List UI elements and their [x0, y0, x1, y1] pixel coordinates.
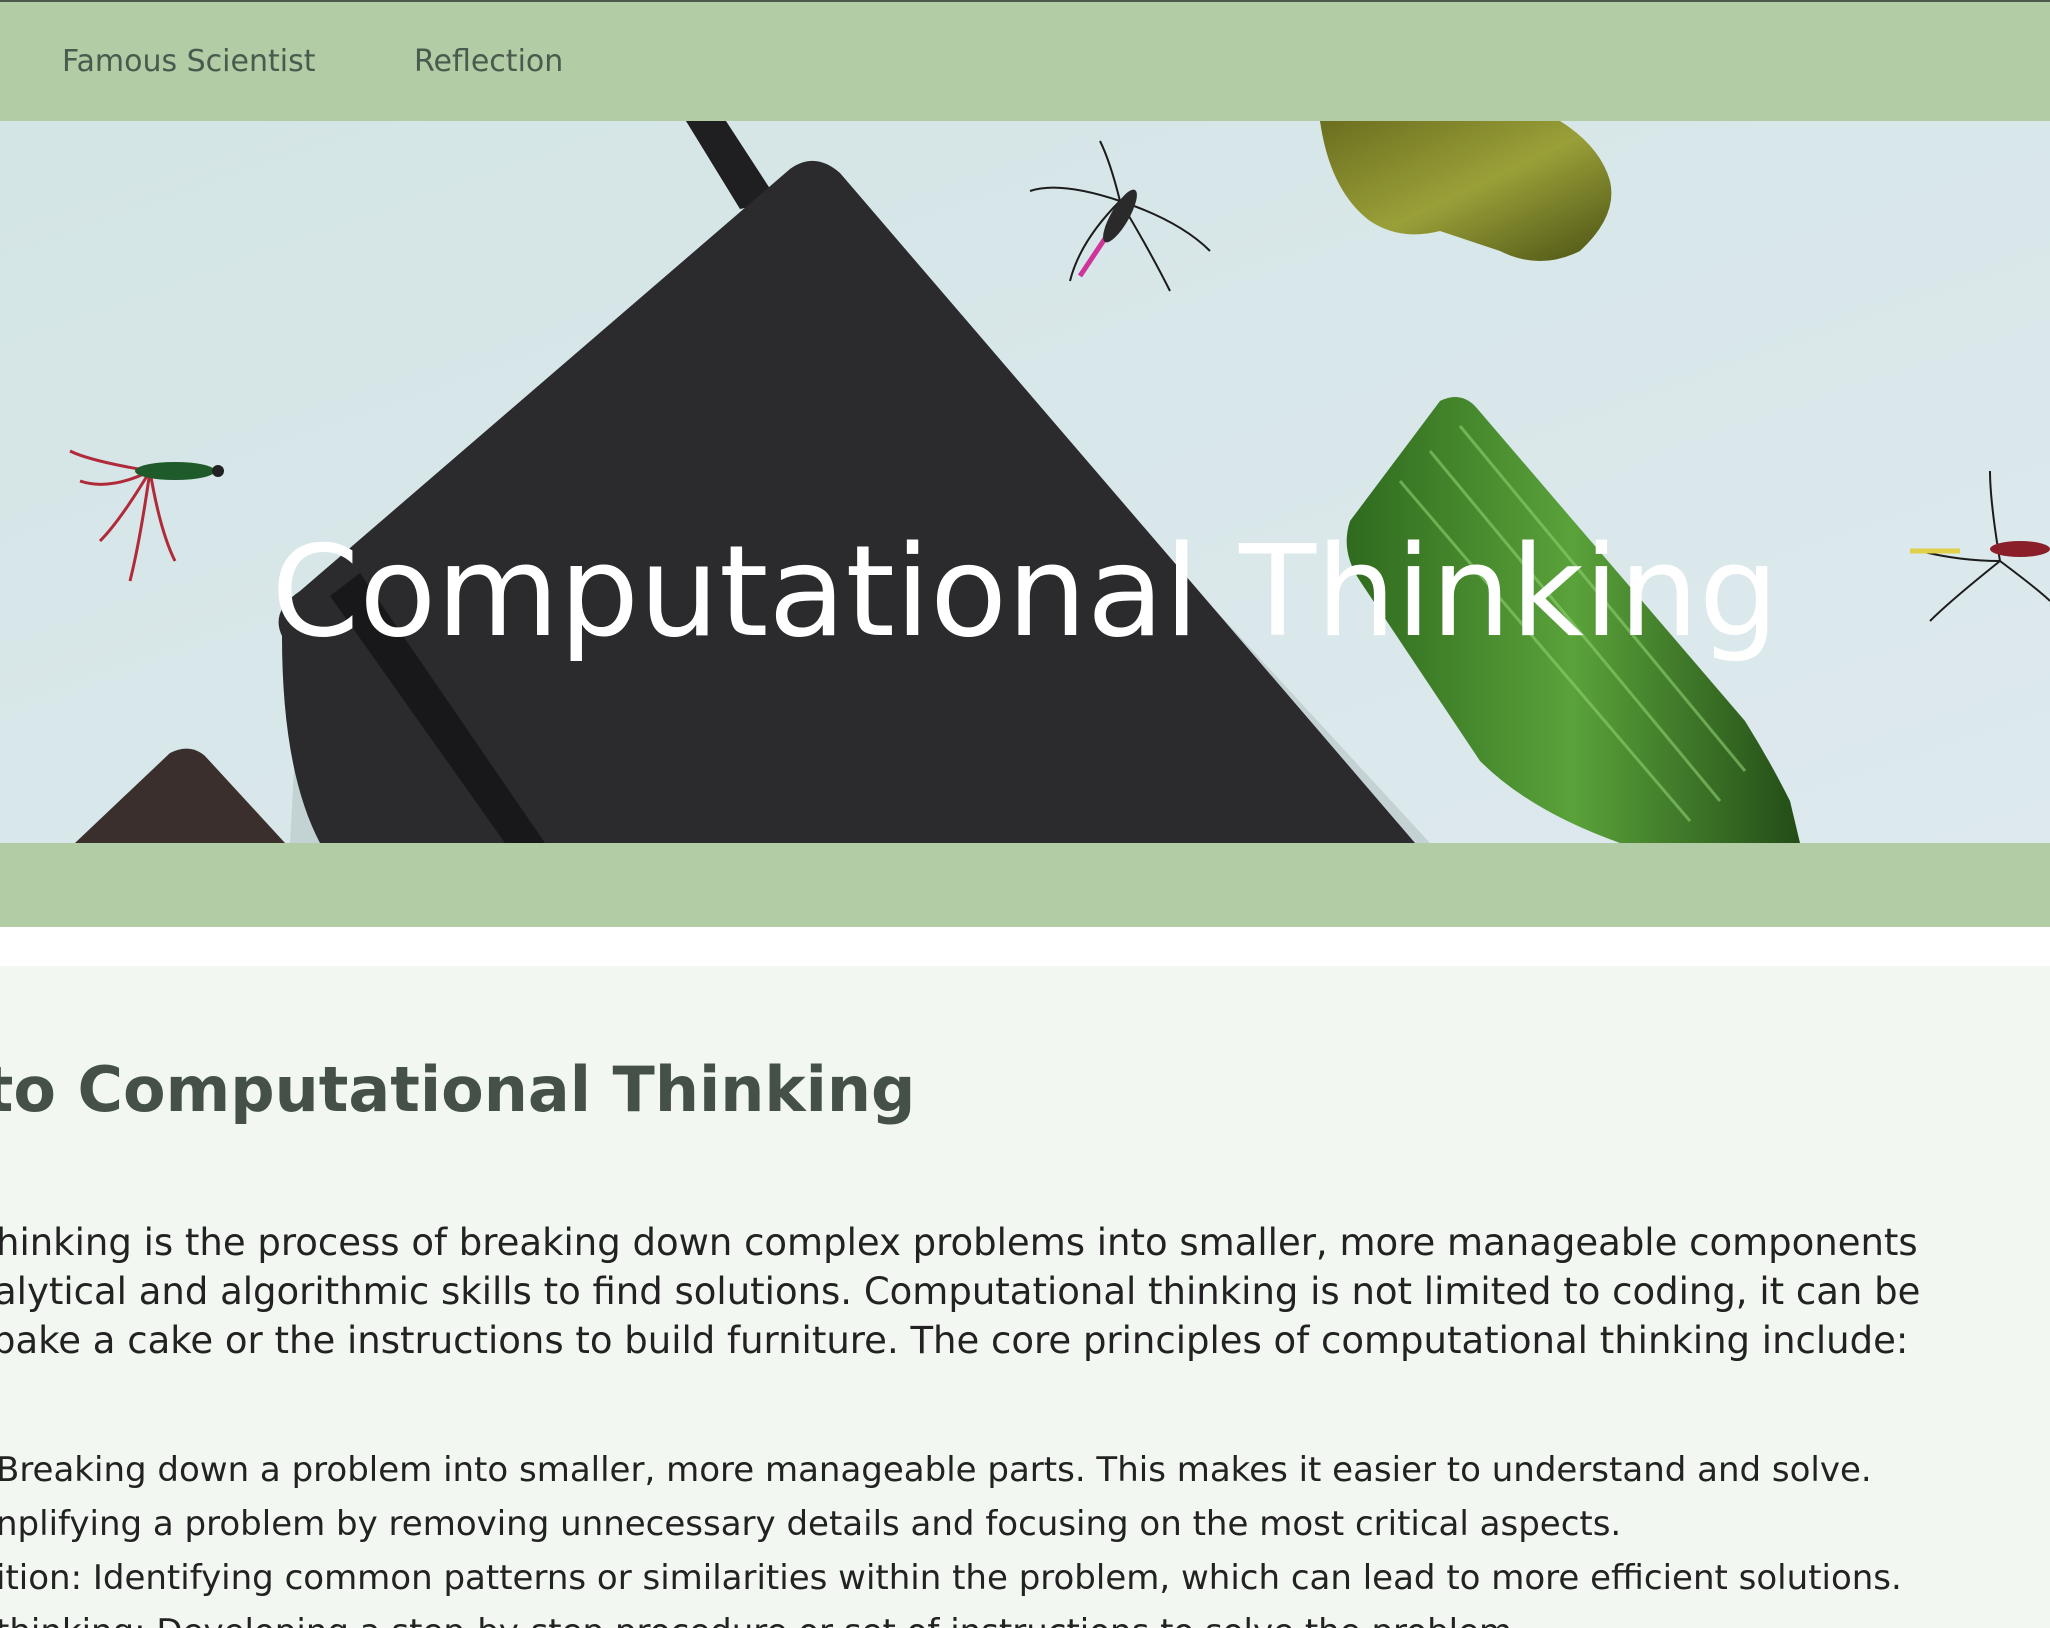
- paragraph-line: bake a cake or the instructions to build…: [0, 1319, 1909, 1362]
- paragraph-line: alytical and algorithmic skills to find …: [0, 1270, 1921, 1313]
- list-item: Breaking down a problem into smaller, mo…: [0, 1450, 1872, 1490]
- nav-link-famous-scientist[interactable]: Famous Scientist: [62, 44, 315, 79]
- main-content: n to Computational Thinking hinking is t…: [0, 966, 2050, 1628]
- paragraph-line: hinking is the process of breaking down …: [0, 1221, 1918, 1264]
- nav-link-reflection[interactable]: Reflection: [414, 44, 563, 79]
- top-navigation-bar: Famous Scientist Reflection: [0, 0, 2050, 121]
- list-item: thinking: Developing a step-by-step proc…: [0, 1615, 1523, 1628]
- hero-background-image: [0, 121, 2050, 843]
- section-heading: n to Computational Thinking: [0, 1053, 916, 1126]
- hero-banner: Computational Thinking: [0, 121, 2050, 843]
- hero-bottom-band: [0, 843, 2050, 927]
- list-item: nplifying a problem by removing unnecess…: [0, 1504, 1622, 1544]
- hero-title: Computational Thinking: [271, 518, 1779, 665]
- list-item: ition: Identifying common patterns or si…: [0, 1558, 1902, 1598]
